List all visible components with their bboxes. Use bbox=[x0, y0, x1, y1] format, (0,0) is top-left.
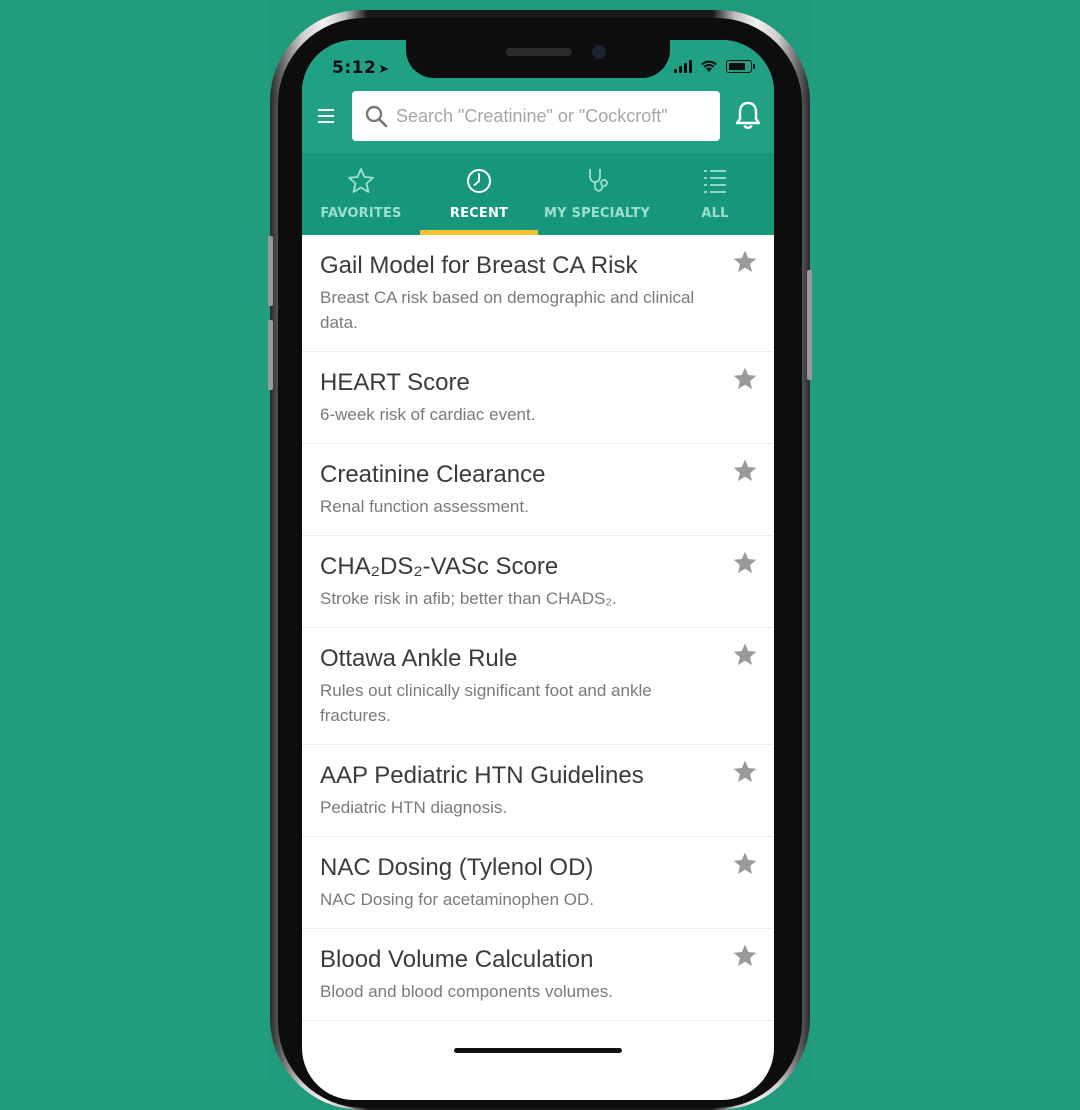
home-indicator[interactable] bbox=[454, 1048, 622, 1053]
tab-my-specialty[interactable]: MY SPECIALTY bbox=[538, 153, 656, 235]
favorite-star-icon[interactable] bbox=[732, 458, 758, 484]
recent-calculators-list: Gail Model for Breast CA Risk Breast CA r… bbox=[302, 235, 774, 1021]
item-description: Stroke risk in afib; better than CHADS₂. bbox=[320, 589, 617, 608]
background-right bbox=[810, 0, 1080, 1080]
notifications-bell-icon[interactable] bbox=[734, 100, 762, 134]
status-icons bbox=[674, 60, 755, 73]
list-item[interactable]: Creatinine Clearance Renal function asses… bbox=[302, 444, 774, 536]
item-description: Rules out clinically significant foot an… bbox=[320, 681, 652, 725]
item-title: HEART Score bbox=[320, 369, 470, 396]
favorite-star-icon[interactable] bbox=[732, 550, 758, 576]
tab-recent[interactable]: RECENT bbox=[420, 153, 538, 235]
tab-all-label: ALL bbox=[701, 206, 729, 221]
item-title: Blood Volume Calculation bbox=[320, 946, 594, 973]
item-description: NAC Dosing for acetaminophen OD. bbox=[320, 890, 595, 909]
tab-bar: FAVORITES RECENT MY SPECIALTY ALL bbox=[302, 153, 774, 235]
tab-my-specialty-label: MY SPECIALTY bbox=[544, 206, 650, 221]
stethoscope-icon bbox=[589, 169, 608, 192]
item-description: Pediatric HTN diagnosis. bbox=[320, 798, 508, 817]
item-description: Blood and blood components volumes. bbox=[320, 982, 613, 1001]
favorite-star-icon[interactable] bbox=[732, 943, 758, 969]
favorite-star-icon[interactable] bbox=[732, 642, 758, 668]
favorite-star-icon[interactable] bbox=[732, 759, 758, 785]
favorite-star-icon[interactable] bbox=[732, 851, 758, 877]
status-time: 5:12 ➤ bbox=[332, 58, 390, 78]
item-title: AAP Pediatric HTN Guidelines bbox=[320, 762, 644, 789]
favorite-star-icon[interactable] bbox=[732, 366, 758, 392]
list-item[interactable]: NAC Dosing (Tylenol OD) NAC Dosing for ac… bbox=[302, 837, 774, 929]
speaker-grille bbox=[506, 48, 572, 56]
clock-icon bbox=[467, 169, 491, 193]
status-time-text: 5:12 bbox=[332, 58, 377, 78]
item-description: Breast CA risk based on demographic and … bbox=[320, 288, 695, 332]
list-icon bbox=[704, 170, 726, 193]
list-item[interactable]: CHA₂DS₂-VASc Score Stroke risk in afib; b… bbox=[302, 536, 774, 628]
cellular-signal-icon bbox=[674, 60, 692, 73]
wifi-icon bbox=[701, 60, 717, 72]
search-input[interactable] bbox=[394, 104, 720, 128]
item-description: Renal function assessment. bbox=[320, 497, 529, 516]
list-item[interactable]: Gail Model for Breast CA Risk Breast CA r… bbox=[302, 235, 774, 352]
list-item[interactable]: AAP Pediatric HTN Guidelines Pediatric HT… bbox=[302, 745, 774, 837]
background-left bbox=[0, 0, 270, 1080]
star-outline-icon bbox=[348, 168, 374, 193]
item-description: 6-week risk of cardiac event. bbox=[320, 405, 536, 424]
power-button bbox=[807, 270, 812, 380]
tab-favorites[interactable]: FAVORITES bbox=[302, 153, 420, 235]
search-icon bbox=[365, 105, 388, 128]
item-title: Creatinine Clearance bbox=[320, 461, 546, 488]
tab-recent-label: RECENT bbox=[449, 206, 509, 221]
favorite-star-icon[interactable] bbox=[732, 249, 758, 275]
item-title: CHA₂DS₂-VASc Score bbox=[320, 553, 559, 580]
item-title: Gail Model for Breast CA Risk bbox=[320, 252, 638, 279]
volume-down-button bbox=[268, 320, 273, 390]
tab-all[interactable]: ALL bbox=[656, 153, 774, 235]
phone-screen: 5:12 ➤ Search "Creatinine" or "Cockcroft… bbox=[302, 40, 774, 1100]
location-arrow-icon: ➤ bbox=[378, 62, 390, 77]
search-bar[interactable] bbox=[352, 91, 720, 141]
list-item[interactable]: Ottawa Ankle Rule Rules out clinically si… bbox=[302, 628, 774, 745]
list-item[interactable]: HEART Score 6-week risk of cardiac event. bbox=[302, 352, 774, 444]
menu-button[interactable] bbox=[318, 109, 334, 123]
battery-icon bbox=[726, 60, 755, 73]
front-camera bbox=[592, 45, 606, 59]
volume-up-button bbox=[268, 236, 273, 306]
item-title: Ottawa Ankle Rule bbox=[320, 645, 518, 672]
tab-favorites-label: FAVORITES bbox=[320, 206, 402, 221]
item-title: NAC Dosing (Tylenol OD) bbox=[320, 854, 594, 881]
list-item[interactable]: Blood Volume Calculation Blood and blood … bbox=[302, 929, 774, 1021]
phone-notch bbox=[406, 40, 670, 78]
